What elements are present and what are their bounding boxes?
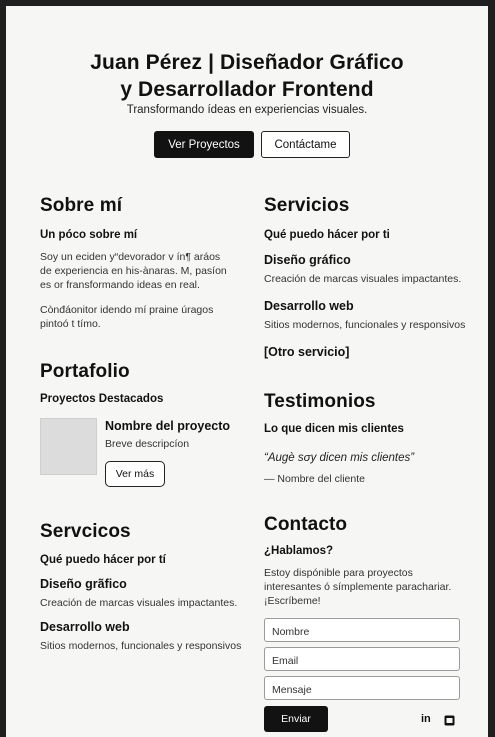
services-title: Servicios [264,195,350,216]
about-paragraph-2: Cònđáonitor idendo mí praine úragos pint… [40,303,250,331]
service-description: Sitios modernos, funcionales y responsiv… [264,319,466,331]
service-description: Creación de marcas visuales impactantes. [264,273,462,285]
square-icon-graphic [444,715,455,726]
contact-subtitle: ¿Hablamos? [264,545,334,557]
contact-text-line-3: ¡Escríbeme! [264,595,321,607]
service-name: Diseño gráfico [264,253,351,267]
service-name: Desarrollo web [40,620,130,634]
about-paragraph-1-line-3: es or fransformando ideas en real. [40,279,200,291]
about-paragraph-1: Soy un eciden y“devorador v ín¶ aráos de… [40,250,250,292]
about-paragraph-1-line-1: Soy un eciden y“devorador v ín¶ aráos [40,251,221,263]
services-secondary-subtitle: Qué puedo hácer por tí [40,554,166,566]
testimonials-subtitle: Lo que dicen mis clientes [264,423,404,435]
page-title-line-1: Juan Pérez | Diseñador Gráfico [90,51,404,74]
contact-me-button[interactable]: Contáctame [261,131,350,158]
services-subtitle: Qué puedo hácer por ti [264,229,390,241]
square-icon[interactable] [444,713,455,726]
view-more-button[interactable]: Ver más [105,461,165,487]
email-field[interactable]: Email [264,647,460,671]
services-secondary-title: Servcicos [40,521,131,542]
service-description: Creación de marcas visuales impactantes. [40,597,238,609]
contact-text: Estoy dispónible para proyectos interesa… [264,566,479,608]
linkedin-icon[interactable]: in [421,713,431,725]
about-paragraph-2-line-2: pintoó t tímo. [40,318,101,330]
about-subtitle: Un póco sobre mí [40,229,138,241]
service-name: [Otro servicio] [264,345,350,359]
testimonial-quote: “Augè sσy dicen mis clientes” [264,452,415,464]
message-field[interactable]: Mensaje [264,676,460,700]
portfolio-title: Portafolio [40,361,130,382]
hero-subtitle: Transformando ídeas en experiencias visu… [126,104,368,116]
contact-title: Contacto [264,514,348,535]
contact-text-line-1: Estoy dispónible para proyectos [264,567,413,579]
project-name: Nombre del proyecto [105,419,231,433]
view-projects-button[interactable]: Ver Proyectos [154,131,254,158]
project-description: Breve descripcíon [105,438,190,450]
service-description: Sitios modernos, funcionales y responsiv… [40,640,242,652]
service-name: Diseño grãfico [40,577,127,591]
page-title-line-2: y Desarrollador Frontend [120,78,374,101]
about-paragraph-1-line-2: de experiencia en his-ànaras. M, pasíon [40,265,227,277]
project-thumbnail[interactable] [40,418,97,475]
testimonials-title: Testimonios [264,391,376,412]
testimonial-author: — Nombre del cliente [264,473,365,485]
contact-text-line-2: interesantes ó símplemente parachariar. [264,581,452,593]
page: Juan Pérez | Diseñador Gráfico y Desarro… [6,6,488,737]
about-paragraph-2-line-1: Cònđáonitor idendo mí praine úragos [40,304,214,316]
portfolio-subtitle: Proyectos Destacados [40,393,164,405]
page-title: Juan Pérez | Diseñador Gráfico y Desarro… [6,49,488,103]
send-button[interactable]: Enviar [264,706,328,732]
name-field[interactable]: Nombre [264,618,460,642]
about-title: Sobre mí [40,195,123,216]
service-name: Desarrollo web [264,299,354,313]
